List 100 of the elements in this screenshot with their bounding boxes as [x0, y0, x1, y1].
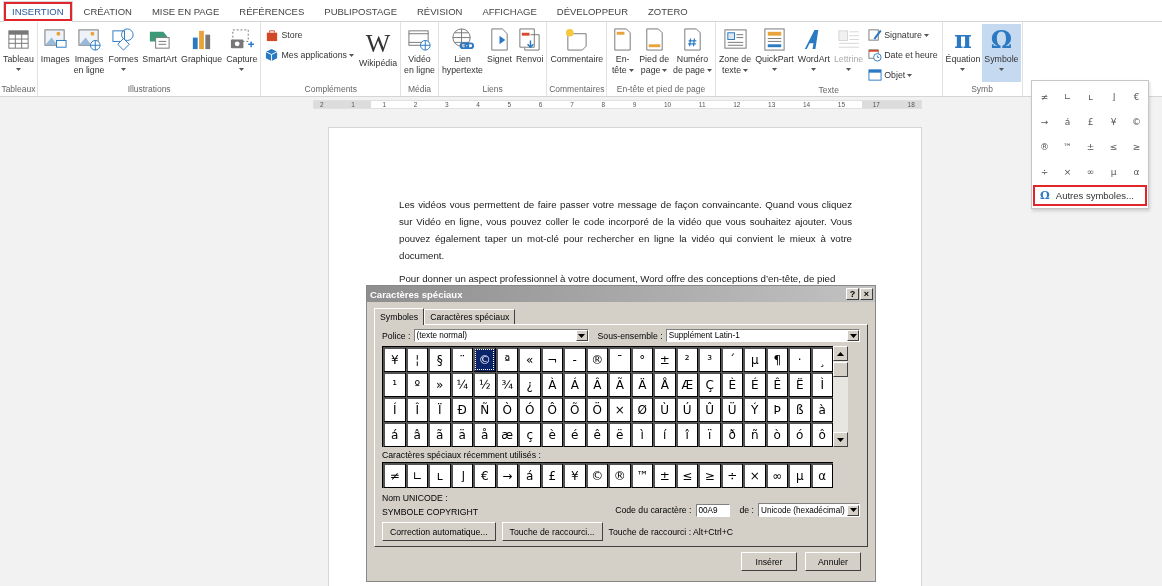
symbol-cell[interactable]: ·: [788, 347, 811, 372]
ribbon-tab[interactable]: INSERTION: [3, 1, 73, 22]
symbol-cell[interactable]: €: [473, 463, 496, 488]
symbol-cell[interactable]: ¾: [495, 372, 518, 397]
symbol-cell[interactable]: ¥: [563, 463, 586, 488]
ribbon-button[interactable]: W Wikipédia: [356, 24, 400, 82]
symbol-cell[interactable]: °: [630, 347, 653, 372]
symbol-cell[interactable]: ë: [608, 422, 631, 447]
ribbon-button[interactable]: Images en ligne: [71, 24, 107, 82]
symbol-cell[interactable]: ð: [720, 422, 743, 447]
dropdown-button[interactable]: [847, 330, 859, 341]
symbol-cell[interactable]: §: [428, 347, 451, 372]
symbol-option[interactable]: ∟: [1056, 84, 1079, 109]
symbol-cell[interactable]: Ò: [495, 397, 518, 422]
ribbon-button[interactable]: Numéro de page: [671, 24, 714, 82]
symbol-cell[interactable]: ÷: [720, 463, 743, 488]
symbol-cell[interactable]: Þ: [765, 397, 788, 422]
ribbon-button[interactable]: WordArt: [795, 24, 832, 82]
symbol-cell[interactable]: ×: [608, 397, 631, 422]
ribbon-button[interactable]: Signet: [485, 24, 514, 82]
scroll-thumb[interactable]: [833, 362, 848, 377]
symbol-option[interactable]: ÷: [1033, 159, 1056, 184]
ribbon-button[interactable]: Vidéo en ligne: [402, 24, 437, 82]
symbol-cell[interactable]: ¯: [608, 347, 631, 372]
symbol-option[interactable]: α: [1125, 159, 1148, 184]
symbol-cell[interactable]: Õ: [563, 397, 586, 422]
symbol-option[interactable]: ≥: [1125, 134, 1148, 159]
dialog-tab[interactable]: Caractères spéciaux: [424, 309, 516, 324]
symbol-cell[interactable]: Ã: [608, 372, 631, 397]
cancel-button[interactable]: Annuler: [805, 552, 861, 571]
ribbon-button[interactable]: Tableau: [1, 24, 36, 82]
symbol-cell[interactable]: á: [383, 422, 406, 447]
symbol-cell[interactable]: »: [428, 372, 451, 397]
symbol-option[interactable]: á: [1056, 109, 1079, 134]
ribbon-button[interactable]: Commentaire: [548, 24, 606, 82]
ribbon-button[interactable]: Zone de texte: [716, 24, 754, 82]
symbol-cell[interactable]: α: [810, 463, 833, 488]
symbol-cell[interactable]: Ö: [585, 397, 608, 422]
symbol-cell[interactable]: ∟: [405, 463, 428, 488]
ribbon-button[interactable]: Renvoi: [514, 24, 546, 82]
symbol-cell[interactable]: é: [563, 422, 586, 447]
scrollbar[interactable]: [833, 346, 848, 447]
symbol-option[interactable]: £: [1079, 109, 1102, 134]
symbol-cell[interactable]: Ý: [743, 397, 766, 422]
symbol-cell[interactable]: ¬: [540, 347, 563, 372]
symbol-cell[interactable]: Ë: [788, 372, 811, 397]
symbol-cell[interactable]: ß: [788, 397, 811, 422]
subset-select[interactable]: Supplément Latin-1: [665, 329, 860, 342]
symbol-cell[interactable]: ±: [653, 347, 676, 372]
symbol-cell[interactable]: µ: [743, 347, 766, 372]
symbol-cell[interactable]: ©: [585, 463, 608, 488]
symbol-cell[interactable]: à: [810, 397, 833, 422]
symbol-cell[interactable]: ¥: [383, 347, 406, 372]
symbol-cell[interactable]: ñ: [743, 422, 766, 447]
symbol-cell[interactable]: å: [473, 422, 496, 447]
symbol-option[interactable]: ¥: [1102, 109, 1125, 134]
autocorrect-button[interactable]: Correction automatique...: [382, 522, 496, 541]
symbol-cell[interactable]: «: [518, 347, 541, 372]
ribbon-tab[interactable]: MISE EN PAGE: [142, 1, 229, 22]
symbol-cell[interactable]: ®: [608, 463, 631, 488]
symbol-cell[interactable]: ª: [495, 347, 518, 372]
ribbon-button[interactable]: Lien hypertexte: [439, 24, 485, 82]
symbol-cell[interactable]: ò: [765, 422, 788, 447]
symbol-option[interactable]: ∞: [1079, 159, 1102, 184]
symbol-cell[interactable]: º: [405, 372, 428, 397]
symbol-cell[interactable]: Ï: [428, 397, 451, 422]
symbol-cell[interactable]: ®: [585, 347, 608, 372]
symbol-cell[interactable]: À: [540, 372, 563, 397]
ribbon-button[interactable]: Objet: [865, 66, 941, 84]
symbol-cell[interactable]: è: [540, 422, 563, 447]
symbol-cell[interactable]: ʟ: [428, 463, 451, 488]
symbol-cell[interactable]: ²: [675, 347, 698, 372]
symbol-cell[interactable]: ≤: [675, 463, 698, 488]
ribbon-button[interactable]: Formes: [106, 24, 141, 82]
symbol-option[interactable]: →: [1033, 109, 1056, 134]
dialog-tab[interactable]: Symboles: [374, 308, 425, 325]
ribbon-tab[interactable]: AFFICHAGE: [473, 1, 546, 22]
symbol-cell[interactable]: Ú: [675, 397, 698, 422]
symbol-option[interactable]: ×: [1056, 159, 1079, 184]
insert-button[interactable]: Insérer: [741, 552, 797, 571]
symbol-cell[interactable]: ç: [518, 422, 541, 447]
dropdown-button[interactable]: [847, 504, 859, 516]
ribbon-button[interactable]: Capture: [224, 24, 260, 82]
ribbon-button[interactable]: Signature: [865, 26, 941, 44]
symbol-option[interactable]: ™: [1056, 134, 1079, 159]
ribbon-tab[interactable]: DÉVELOPPEUR: [547, 1, 638, 22]
symbol-option[interactable]: ≤: [1102, 134, 1125, 159]
symbol-cell[interactable]: µ: [788, 463, 811, 488]
symbol-cell[interactable]: ã: [428, 422, 451, 447]
symbol-cell[interactable]: Ç: [698, 372, 721, 397]
symbol-option[interactable]: µ: [1102, 159, 1125, 184]
symbol-cell[interactable]: Û: [698, 397, 721, 422]
symbol-option[interactable]: ⌋: [1102, 84, 1125, 109]
symbol-cell[interactable]: Í: [383, 397, 406, 422]
symbol-cell[interactable]: Ê: [765, 372, 788, 397]
symbol-cell[interactable]: ì: [630, 422, 653, 447]
ribbon-button[interactable]: Pied de page: [637, 24, 672, 82]
symbol-cell[interactable]: ¿: [518, 372, 541, 397]
symbol-cell[interactable]: ×: [743, 463, 766, 488]
symbol-cell[interactable]: Á: [563, 372, 586, 397]
